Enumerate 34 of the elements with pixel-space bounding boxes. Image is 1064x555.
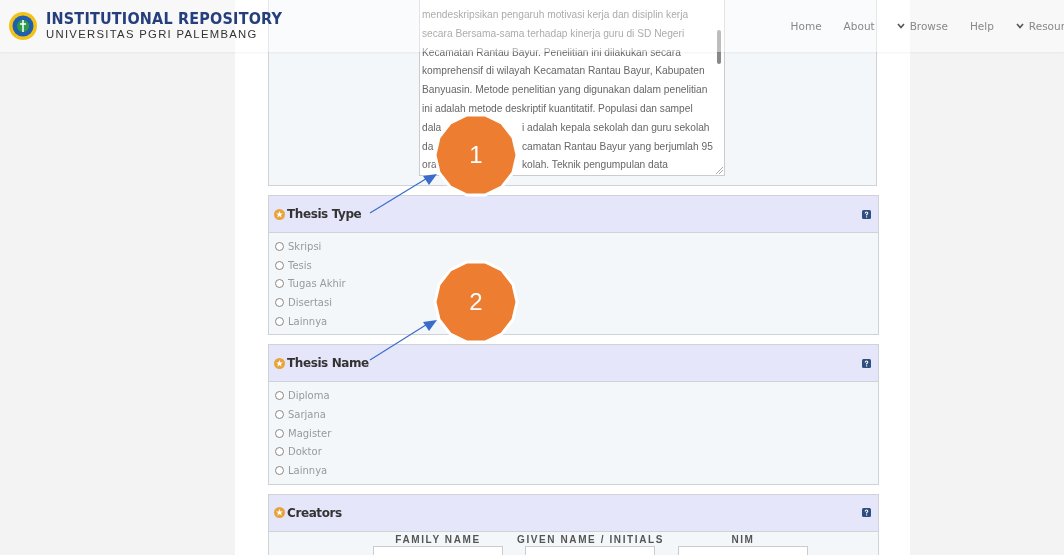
abstract-text: ora (422, 159, 437, 171)
abstract-text: Banyuasin. Metode penelitian yang digunakan dalam penelitian (422, 83, 708, 98)
radio-option[interactable]: Tugas Akhir (275, 274, 346, 294)
nav-link[interactable]: About (832, 20, 886, 32)
abstract-text: secara Bersama-sama terhadap kinerja guru di SD Negeri (422, 26, 685, 41)
site-title[interactable]: INSTITUTIONAL REPOSITORY (46, 11, 283, 28)
column-header: FAMILY NAME (395, 533, 481, 545)
nav-link[interactable]: Home (779, 20, 833, 32)
abstract-text: dala (422, 121, 442, 133)
abstract-text: i adalah kepala sekolah dan guru sekolah (522, 120, 710, 135)
radio-option[interactable]: Lainnya (275, 461, 328, 480)
abstract-text: da (422, 140, 434, 152)
column-header: GIVEN NAME / INITIALS (517, 533, 664, 545)
abstract-text: ini adalah metode deskriptif kuantitatif. Populasi dan sampel (422, 102, 693, 116)
abstract-text: kolah. Teknik pengumpulan data (522, 158, 668, 173)
abstract-text: Kecamatan Rantau Bayur. Penelitian ini dilakukan secara (422, 45, 681, 60)
abstract-text: komprehensif di wilayah Kecamatan Rantau Bayur, Kabupaten (422, 64, 705, 79)
column-header: NIM (731, 533, 755, 545)
nav-link[interactable]: Help (958, 20, 1005, 32)
radio-option[interactable]: Tesis (275, 255, 312, 275)
radio-option[interactable]: Disertasi (275, 293, 332, 312)
radio-option[interactable]: Diploma (275, 386, 330, 406)
abstract-text: camatan Rantau Bayur yang berjumlah 95 (522, 139, 713, 154)
radio-option[interactable]: Skripsi (275, 237, 322, 256)
site-subtitle: UNIVERSITAS PGRI PALEMBANG (46, 28, 259, 41)
radio-option[interactable]: Magister (275, 423, 332, 443)
section-title: Thesis Type (287, 207, 362, 221)
nav-link[interactable]: Browse (885, 20, 959, 32)
section-title: Thesis Name (287, 356, 369, 371)
radio-option[interactable]: Sarjana (275, 405, 326, 424)
radio-option[interactable]: Doktor (275, 442, 322, 462)
section-title: Creators (287, 505, 342, 520)
radio-option[interactable]: Lainnya (275, 311, 328, 331)
abstract-text: mendeskripsikan pengaruh motivasi kerja dan disiplin kerja (422, 8, 689, 22)
